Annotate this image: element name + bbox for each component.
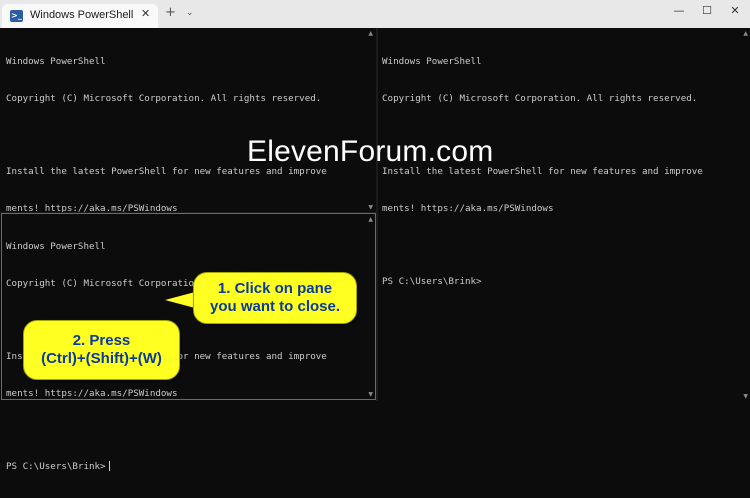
scroll-up-icon[interactable]: ▲ <box>743 30 748 37</box>
callout-text: 1. Click on pane <box>217 280 333 297</box>
chevron-down-icon[interactable]: ⌄ <box>186 8 194 18</box>
terminal-line: Windows PowerShell <box>6 241 106 253</box>
site-watermark: ElevenForum.com <box>247 135 494 168</box>
tab-windows-powershell[interactable]: >_ Windows PowerShell ✕ <box>2 4 158 28</box>
callout-text: you want to close. <box>209 298 341 315</box>
terminal-line: Windows PowerShell <box>382 56 482 68</box>
terminal-pane-top-left[interactable]: Windows PowerShell Copyright (C) Microso… <box>0 28 375 287</box>
powershell-icon: >_ <box>10 10 23 22</box>
title-bar: >_ Windows PowerShell ✕ + ⌄ — ☐ ✕ <box>0 0 750 28</box>
terminal-line: Copyright (C) Microsoft Corporation. All… <box>382 93 698 104</box>
terminal-line: ments! https://aka.ms/PSWindows <box>6 387 178 399</box>
scroll-down-icon[interactable]: ▼ <box>743 393 748 400</box>
terminal-window: >_ Windows PowerShell ✕ + ⌄ — ☐ ✕ Window… <box>0 0 750 472</box>
terminal-line: ments! https://aka.ms/PSWindows <box>382 202 554 214</box>
callout-click-pane: 1. Click on pane you want to close. <box>193 272 357 324</box>
terminal-output: Windows PowerShell Copyright (C) Microso… <box>382 32 703 313</box>
new-tab-button[interactable]: + <box>165 6 176 20</box>
callout-press-keys: 2. Press (Ctrl)+(Shift)+(W) <box>23 320 180 380</box>
terminal-line: Windows PowerShell <box>6 56 106 68</box>
text-cursor <box>108 461 110 472</box>
minimize-button[interactable]: — <box>669 4 689 17</box>
maximize-button[interactable]: ☐ <box>697 4 717 17</box>
tab-title: Windows PowerShell <box>30 9 134 21</box>
callout-text: (Ctrl)+(Shift)+(W) <box>41 350 162 367</box>
scroll-down-icon[interactable]: ▼ <box>368 391 373 398</box>
terminal-prompt: PS C:\Users\Brink> <box>382 275 482 287</box>
terminal-prompt: PS C:\Users\Brink> <box>6 460 106 472</box>
close-window-button[interactable]: ✕ <box>725 4 745 17</box>
callout-text: 2. Press <box>72 332 131 349</box>
scroll-down-icon[interactable]: ▼ <box>368 204 373 211</box>
scroll-up-icon[interactable]: ▲ <box>368 30 373 37</box>
tab-close-icon[interactable]: ✕ <box>141 7 150 20</box>
callout-pointer <box>165 292 195 308</box>
scroll-up-icon[interactable]: ▲ <box>368 216 373 223</box>
terminal-line: Copyright (C) Microsoft Corporation. All… <box>6 93 322 104</box>
terminal-pane-right[interactable]: Windows PowerShell Copyright (C) Microso… <box>378 28 750 401</box>
